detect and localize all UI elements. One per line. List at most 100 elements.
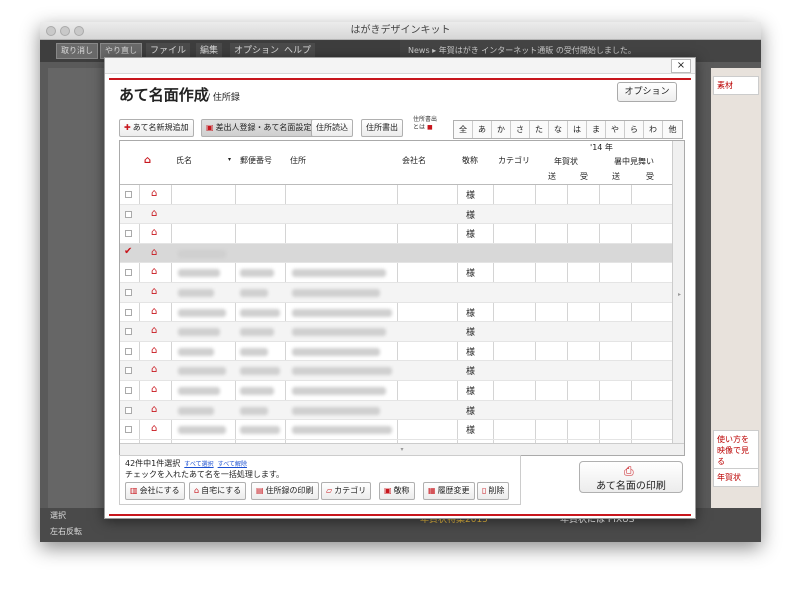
address-dialog: × あて名面作成 / 住所録 オプション ✚ あて名新規追加 ▣ 差出人登録・あて名…: [104, 57, 696, 519]
close-dialog-button[interactable]: ×: [671, 59, 691, 73]
video-guide-card[interactable]: 使い方を 映像で見る: [713, 430, 759, 471]
kana-tab[interactable]: か: [492, 121, 511, 138]
kana-tab[interactable]: あ: [473, 121, 492, 138]
scroll-right-icon: ▸: [677, 291, 681, 298]
zoom-window-button[interactable]: [74, 26, 84, 36]
row-honorific: 様: [466, 347, 476, 358]
redacted-cell: [240, 308, 280, 317]
redacted-cell: [240, 406, 268, 415]
option-button[interactable]: オプション: [617, 82, 677, 102]
home-icon: ⌂: [151, 305, 158, 317]
home-icon: ⌂: [151, 188, 158, 199]
table-row[interactable]: ⌂ 様: [120, 263, 672, 283]
kana-tab[interactable]: た: [530, 121, 549, 138]
row-honorific: 様: [466, 308, 476, 319]
sort-icon[interactable]: ▾: [228, 156, 231, 163]
table-row[interactable]: ⌂ 様: [120, 224, 672, 244]
kana-tab[interactable]: や: [606, 121, 625, 138]
table-row[interactable]: ⌂ 様: [120, 342, 672, 362]
table-row[interactable]: ⌂ 様: [120, 400, 672, 421]
new-address-button[interactable]: ✚ あて名新規追加: [119, 119, 194, 137]
table-row[interactable]: ⌂ 様: [120, 303, 672, 323]
print-address-label: あて名面の印刷: [596, 481, 666, 492]
row-honorific: 様: [466, 269, 476, 280]
header-name[interactable]: 氏名: [176, 155, 192, 166]
header-category[interactable]: カテゴリ: [498, 155, 530, 166]
table-row[interactable]: ⌂ 様: [120, 420, 672, 440]
select-all-link[interactable]: すべて選択: [184, 461, 213, 468]
kana-tab[interactable]: ら: [625, 121, 644, 138]
redacted-cell: [292, 406, 380, 415]
home-icon: ⌂: [151, 403, 158, 415]
table-row[interactable]: ⌂: [120, 283, 672, 303]
close-window-button[interactable]: [46, 26, 56, 36]
flip-tool[interactable]: 左右反転: [50, 526, 82, 537]
kana-tab[interactable]: ま: [587, 121, 606, 138]
make-home-button[interactable]: ⌂ 自宅にする: [189, 482, 247, 500]
table-row[interactable]: ⌂ 様: [120, 185, 672, 205]
row-checkbox[interactable]: [125, 387, 132, 394]
header-postal[interactable]: 郵便番号: [240, 155, 272, 166]
redacted-cell: [240, 328, 274, 337]
table-row[interactable]: ⌂ 様: [120, 322, 672, 342]
row-checkbox[interactable]: [125, 347, 132, 355]
kana-tab[interactable]: な: [549, 121, 568, 138]
category-button[interactable]: ▱ カテゴリ: [321, 482, 372, 500]
row-checkbox[interactable]: [125, 230, 132, 238]
kana-tab[interactable]: さ: [511, 121, 530, 138]
honorific-button[interactable]: ▣ 敬称: [379, 482, 415, 500]
sender-settings-button[interactable]: ▣ 差出人登録・あて名面設定: [201, 119, 317, 137]
horizontal-scrollbar[interactable]: ▾: [120, 443, 684, 455]
header-company[interactable]: 会社名: [402, 155, 426, 166]
nenga-card[interactable]: 年賀状: [713, 468, 759, 487]
table-row[interactable]: ⌂ 様: [120, 381, 672, 401]
kana-tab[interactable]: 他: [663, 121, 682, 138]
select-tool[interactable]: 選択: [50, 510, 66, 521]
row-checkbox-checked[interactable]: ✔: [124, 246, 132, 257]
undo-button[interactable]: 取り消し: [56, 43, 98, 59]
print-address-button[interactable]: ⎙ あて名面の印刷: [579, 461, 683, 493]
import-button[interactable]: 住所読込: [311, 119, 353, 137]
export-help-line1: 住所書出: [413, 116, 438, 123]
material-card[interactable]: 素材: [713, 76, 759, 95]
table-row[interactable]: ✔ ⌂: [120, 243, 672, 264]
export-help-link[interactable]: 住所書出 とは ■: [413, 116, 437, 132]
delete-button[interactable]: ▯ 削除: [477, 482, 510, 500]
kana-tab[interactable]: は: [568, 121, 587, 138]
kana-tab[interactable]: わ: [644, 121, 663, 138]
redacted-cell: [178, 387, 220, 395]
row-checkbox[interactable]: [125, 426, 132, 434]
row-checkbox[interactable]: [125, 269, 132, 277]
header-address[interactable]: 住所: [290, 155, 306, 166]
redacted-cell: [178, 328, 220, 337]
header-honorific[interactable]: 敬称: [462, 155, 478, 166]
make-company-button[interactable]: ▥ 会社にする: [125, 482, 185, 500]
export-button[interactable]: 住所書出: [361, 119, 403, 137]
row-checkbox[interactable]: [125, 308, 132, 316]
row-checkbox[interactable]: [125, 191, 132, 198]
history-button[interactable]: ▦ 履歴変更: [423, 482, 475, 500]
redacted-cell: [292, 426, 392, 435]
redacted-cell: [292, 347, 380, 356]
minimize-window-button[interactable]: [60, 26, 70, 36]
make-company-label: 会社にする: [139, 486, 180, 495]
print-list-button[interactable]: ▤ 住所録の印刷: [251, 482, 319, 500]
home-icon: ⌂: [151, 423, 158, 435]
redacted-cell: [240, 367, 280, 376]
deselect-all-link[interactable]: すべて解除: [218, 461, 247, 468]
dialog-header: ×: [105, 58, 695, 74]
row-checkbox[interactable]: [125, 289, 132, 296]
table-row[interactable]: ⌂ 様: [120, 361, 672, 381]
row-checkbox[interactable]: [125, 210, 132, 218]
home-icon: ⌂: [151, 207, 158, 219]
row-checkbox[interactable]: [125, 328, 132, 336]
row-checkbox[interactable]: [125, 406, 132, 414]
table-row[interactable]: ⌂ 様: [120, 204, 672, 225]
kana-tab[interactable]: 全: [454, 121, 473, 138]
home-company-icon[interactable]: ⌂: [144, 155, 151, 166]
home-icon: ⌂: [151, 364, 158, 376]
home-icon: ⌂: [151, 227, 158, 239]
news-text[interactable]: 年賀はがき インターネット通販 の受付開始しました。: [439, 46, 636, 55]
vertical-scrollbar[interactable]: ▸: [672, 141, 684, 444]
row-checkbox[interactable]: [125, 367, 132, 375]
